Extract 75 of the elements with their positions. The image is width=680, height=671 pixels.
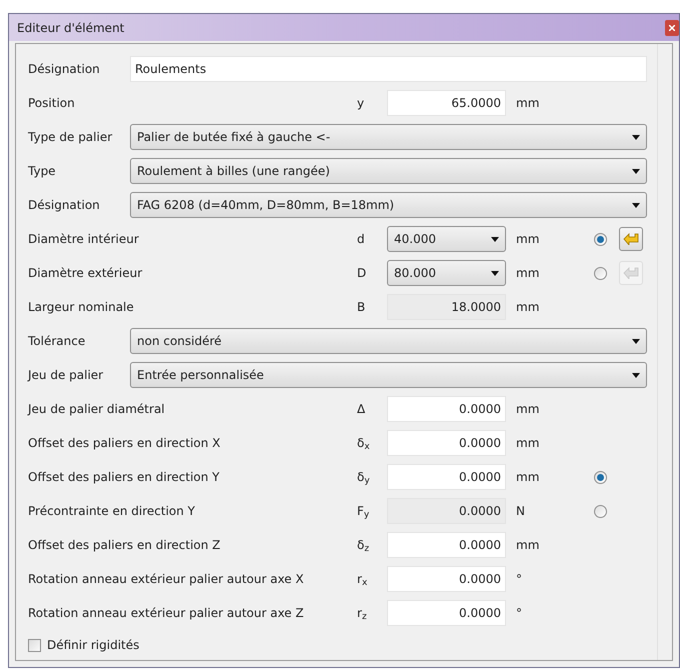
close-button[interactable] [665, 20, 679, 36]
dropdown[interactable]: Entrée personnalisée [130, 362, 647, 388]
field-label: Jeu de palier [28, 367, 104, 384]
arrow-icon [623, 267, 639, 279]
symbol-label: r$_{z}$ [357, 605, 368, 622]
symbol-label: D [357, 265, 368, 282]
unit-label: N [516, 503, 526, 520]
number-field[interactable]: 0.0000 [387, 464, 506, 490]
readonly-field: 18.0000 [387, 294, 506, 320]
unit-label: mm [516, 265, 540, 282]
field-label: Position [28, 95, 76, 112]
field-label: Jeu de palier diamétral [28, 401, 166, 418]
symbol-label: y [357, 95, 366, 112]
radio-button[interactable] [594, 504, 606, 518]
dropdown-arrow-icon [632, 372, 640, 378]
unit-label: ° [516, 571, 523, 588]
number-field[interactable]: 0.0000 [387, 396, 506, 422]
dropdown[interactable]: non considéré [130, 328, 647, 354]
dropdown-arrow-icon [632, 338, 640, 344]
symbol-label: δ$_{x}$ [357, 435, 371, 452]
field-label: Désignation [28, 61, 101, 78]
unit-label: mm [516, 537, 540, 554]
field-label: Diamètre intérieur [28, 231, 140, 248]
field-label: Rotation anneau extérieur palier autour axe X [28, 571, 305, 588]
dropdown-arrow-icon [632, 202, 640, 208]
combo-field[interactable]: 80.000 [387, 260, 506, 286]
field-label: Tolérance [28, 333, 86, 350]
symbol-label: r$_{x}$ [357, 571, 368, 588]
unit-label: mm [516, 231, 540, 248]
unit-label: mm [516, 469, 540, 486]
symbol-label: δ$_{y}$ [357, 469, 371, 486]
field-label: Largeur nominale [28, 299, 135, 316]
radio-button[interactable] [594, 266, 606, 280]
dropdown-arrow-icon [491, 236, 499, 242]
unit-label: mm [516, 401, 540, 418]
field-label: Précontrainte en direction Y [28, 503, 196, 520]
field-label: Offset des paliers en direction Y [28, 469, 220, 486]
dropdown[interactable]: FAG 6208 (d=40mm, D=80mm, B=18mm) [130, 192, 647, 218]
symbol-label: B [357, 299, 366, 316]
symbol-label: Δ [357, 401, 366, 418]
close-icon [669, 24, 675, 30]
symbol-label: F$_{y}$ [357, 503, 370, 520]
checkbox-label: Définir rigidités [47, 637, 140, 654]
field-label: Diamètre extérieur [28, 265, 144, 282]
symbol-label: δ$_{z}$ [357, 537, 370, 554]
dropdown[interactable]: Roulement à billes (une rangée) [130, 158, 647, 184]
readonly-field: 0.0000 [387, 498, 506, 524]
arrow-icon [623, 233, 639, 245]
number-field[interactable]: 65.0000 [387, 90, 506, 116]
field-label: Type de palier [28, 129, 114, 146]
checkbox[interactable] [28, 638, 41, 652]
radio-button[interactable] [594, 470, 606, 484]
window-title: Editeur d'élément [17, 20, 124, 36]
apply-button[interactable] [619, 227, 643, 251]
text-field[interactable]: Roulements [130, 56, 647, 82]
symbol-label: d [357, 231, 366, 248]
unit-label: ° [516, 605, 523, 622]
unit-label: mm [516, 435, 540, 452]
number-field[interactable]: 0.0000 [387, 430, 506, 456]
unit-label: mm [516, 95, 540, 112]
radio-button[interactable] [594, 232, 606, 246]
field-label: Rotation anneau extérieur palier autour axe Z [28, 605, 305, 622]
dropdown-arrow-icon [632, 134, 640, 140]
dropdown[interactable]: Palier de butée fixé à gauche <- [130, 124, 647, 150]
field-label: Désignation [28, 197, 101, 214]
dropdown-arrow-icon [632, 168, 640, 174]
unit-label: mm [516, 299, 540, 316]
field-label: Offset des paliers en direction Z [28, 537, 222, 554]
field-label: Offset des paliers en direction X [28, 435, 222, 452]
number-field[interactable]: 0.0000 [387, 600, 506, 626]
number-field[interactable]: 0.0000 [387, 532, 506, 558]
number-field[interactable]: 0.0000 [387, 566, 506, 592]
dropdown-arrow-icon [491, 270, 499, 276]
field-label: Type [28, 163, 57, 180]
combo-field[interactable]: 40.000 [387, 226, 506, 252]
